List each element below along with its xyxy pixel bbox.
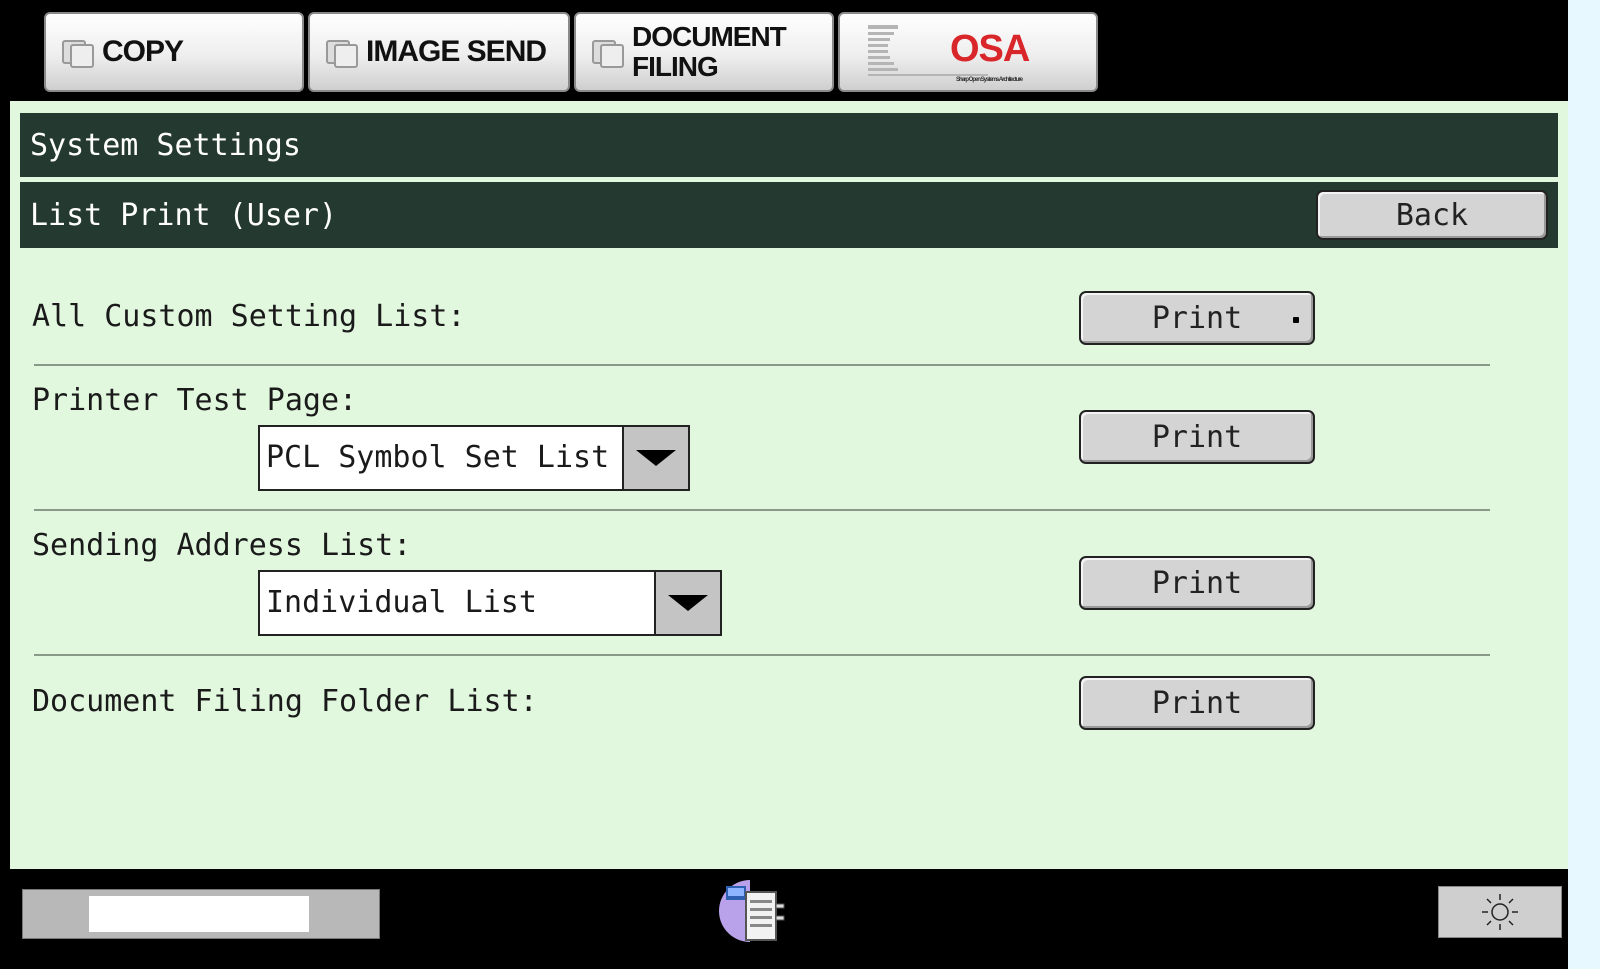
status-message-field [89, 896, 309, 932]
divider [34, 654, 1490, 656]
osa-logo-text: OSA [950, 28, 1030, 70]
device-screen: COPY IMAGE SEND DOCUMENT FILING OSA Shar… [0, 0, 1568, 969]
page-subtitle: List Print (User) [30, 197, 338, 233]
sending-address-list-select-value: Individual List [266, 585, 537, 620]
sending-address-list-label: Sending Address List: [32, 528, 412, 563]
printer-test-page-select[interactable]: PCL Symbol Set List [258, 425, 690, 491]
sending-address-list-select[interactable]: Individual List [258, 570, 722, 636]
osa-logo: OSA Sharp Open Systems Architecture [868, 25, 1031, 83]
print-printer-test-page-button[interactable]: Print [1079, 410, 1315, 464]
print-sending-address-list-button[interactable]: Print [1079, 556, 1315, 610]
print-all-custom-setting-list-button[interactable]: Print [1079, 291, 1315, 345]
brightness-button[interactable] [1438, 886, 1562, 938]
tab-document-filing[interactable]: DOCUMENT FILING [574, 12, 834, 92]
divider [34, 364, 1490, 366]
osa-tagline: Sharp Open Systems Architecture [956, 77, 1024, 83]
image-send-icon [326, 38, 358, 68]
printer-status-icon[interactable] [718, 876, 798, 946]
all-custom-setting-list-label: All Custom Setting List: [32, 299, 466, 334]
back-button[interactable]: Back [1316, 190, 1548, 240]
dropdown-arrow-button[interactable] [654, 572, 720, 634]
main-panel: System Settings List Print (User) Back A… [10, 101, 1568, 869]
tab-osa[interactable]: OSA Sharp Open Systems Architecture [838, 12, 1098, 92]
page-title: System Settings [20, 113, 1558, 177]
print-button-label: Print [1151, 300, 1243, 336]
tab-image-send[interactable]: IMAGE SEND [308, 12, 570, 92]
triangle-down-icon [668, 595, 708, 611]
tab-copy[interactable]: COPY [44, 12, 304, 92]
divider [34, 509, 1490, 511]
document-filing-folder-list-label: Document Filing Folder List: [32, 684, 538, 719]
printer-test-page-select-value: PCL Symbol Set List [266, 440, 610, 475]
tab-copy-label: COPY [102, 35, 184, 68]
focus-dot-icon [1293, 317, 1299, 323]
document-filing-icon [592, 38, 624, 68]
job-status-message-box[interactable] [22, 889, 380, 939]
dropdown-arrow-button[interactable] [622, 427, 688, 489]
tab-document-filing-label-line1: DOCUMENT [632, 21, 787, 52]
sun-icon [1482, 894, 1518, 930]
triangle-down-icon [636, 450, 676, 466]
print-document-filing-folder-list-button[interactable]: Print [1079, 676, 1315, 730]
copy-icon [62, 38, 94, 68]
tab-document-filing-label-line2: FILING [632, 51, 719, 82]
tab-image-send-label: IMAGE SEND [366, 35, 547, 68]
printer-test-page-label: Printer Test Page: [32, 383, 358, 418]
